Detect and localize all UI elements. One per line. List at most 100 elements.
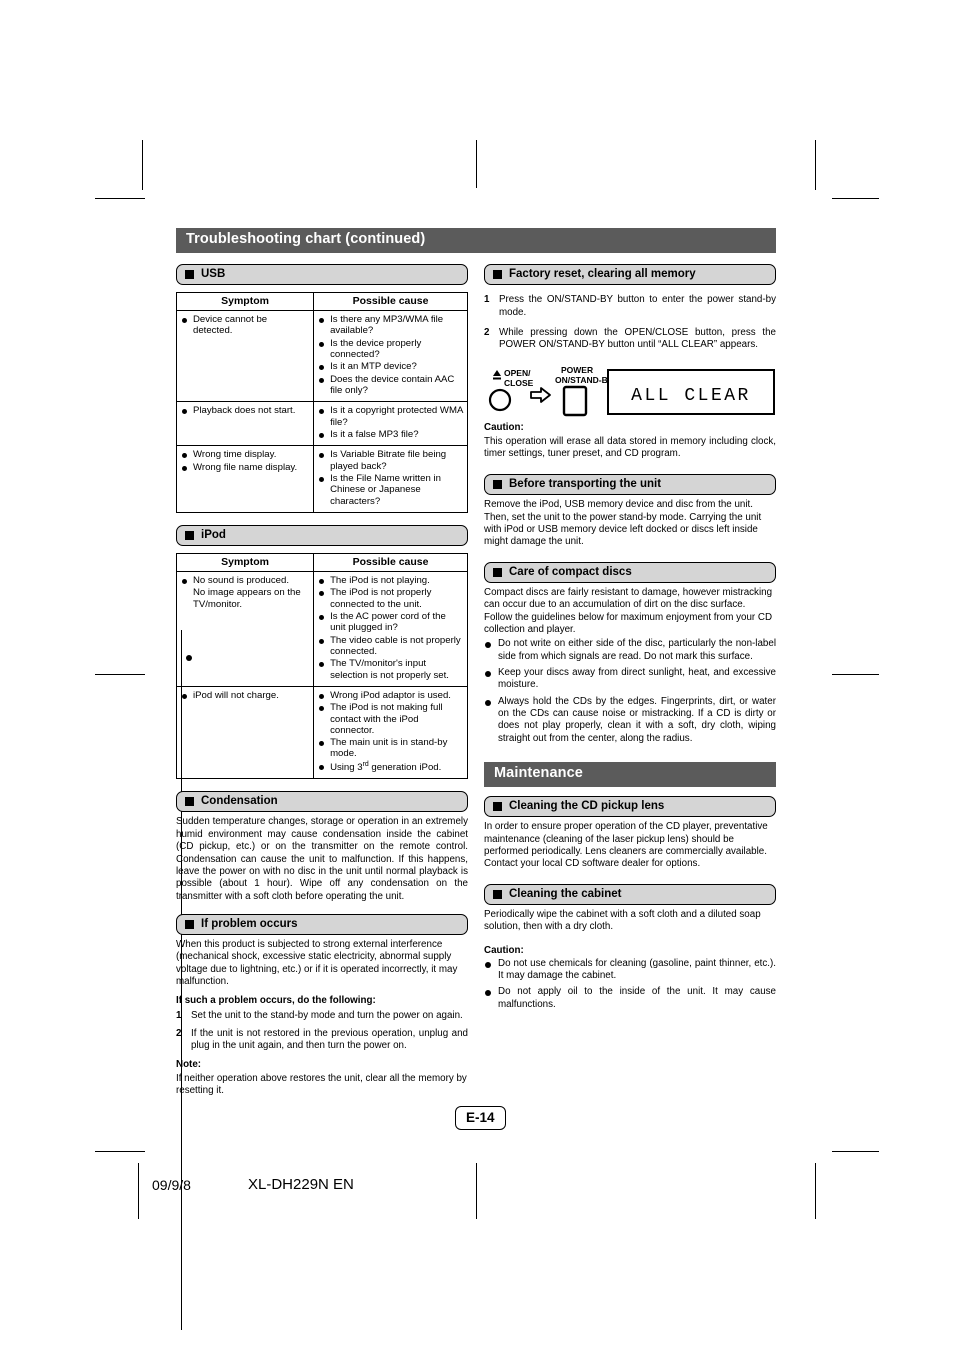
step-item: Set the unit to the stand-by mode and tu… [176,1010,463,1023]
list-item: Playback does not start. [181,405,309,416]
care-intro-text: Compact discs are fairly resistant to da… [484,587,773,636]
list-item: Do not write on either side of the disc,… [484,638,776,663]
list-item: Do not use chemicals for cleaning (gasol… [484,958,776,983]
square-bullet-icon [185,270,194,280]
table-row: Wrong time display. Wrong file name disp… [175,445,468,513]
list-item: Is the File Name written in Chinese or J… [318,473,463,507]
two-column-layout: USB Symptom Possible cause Device cannot… [175,263,776,1097]
column-header-symptom: Symptom [175,292,315,312]
page-title: Troubleshooting chart (continued) [176,228,776,253]
crop-mark-top-right-vertical [815,140,816,190]
crop-mark-top-left-vertical [142,140,143,190]
cabinet-caution-list: Do not use chemicals for cleaning (gasol… [484,958,776,1011]
step-item: Press the ON/STAND-BY button to enter th… [484,294,776,318]
section-header-care-label: Care of compact discs [509,565,632,578]
square-bullet-icon [493,567,502,577]
footer-rule-left [138,1163,139,1219]
open-close-round-button-icon [488,388,512,411]
list-item: Does the device contain AAC file only? [318,374,463,397]
crop-mark-bottom-left-horizontal [95,1151,145,1152]
footer-rule-center [476,1163,477,1219]
square-bullet-icon [493,480,502,490]
cell-symptom: Playback does not start. [175,401,315,447]
footer-date: 09/9/8 [152,1177,191,1193]
square-bullet-icon [185,797,194,807]
transport-text: Remove the iPod, USB memory device and d… [484,499,762,548]
section-header-before-transporting-label: Before transporting the unit [509,478,662,491]
section-header-cleaning-cabinet: Cleaning the cabinet [484,883,776,905]
list-item: Always hold the CDs by the edges. Finger… [484,696,776,745]
page-content: Troubleshooting chart (continued) USB Sy… [175,228,776,1097]
column-header-symptom: Symptom [175,553,315,573]
section-header-ipod-label: iPod [201,528,226,541]
factory-reset-diagram-svg: OPEN/ CLOSE POWER ON/STAND-BY ALL CLEAR [488,365,775,416]
problem-steps-list: Set the unit to the stand-by mode and tu… [176,1010,468,1052]
list-item: The iPod is not playing. [318,575,463,586]
power-label-line1: POWER [561,365,593,375]
crop-mark-mid-left-horizontal [95,674,145,675]
list-item: iPod will not charge. [181,690,309,701]
problem-intro-text: When this product is subjected to strong… [176,939,458,988]
cell-cause: Is Variable Bitrate file being played ba… [313,445,468,513]
table-row: Playback does not start. Is it a copyrig… [175,401,468,447]
power-square-button-icon [562,385,588,416]
maintenance-banner-title: Maintenance [484,762,776,788]
step-item: If the unit is not restored in the previ… [176,1027,468,1052]
note-label: Note: [176,1058,202,1070]
list-item: Is it an MTP device? [318,361,463,372]
section-header-condensation: Condensation [176,791,468,813]
section-header-factory-reset-label: Factory reset, clearing all memory [509,267,696,280]
open-close-label-line1: OPEN/ [504,368,531,378]
factory-reset-steps-list: Press the ON/STAND-BY button to enter th… [484,294,776,351]
list-item: Is the AC power cord of the unit plugged… [318,611,463,634]
list-item: Do not apply oil to the inside of the un… [484,986,776,1011]
section-header-ipod: iPod [176,524,468,547]
list-item: The iPod is not making full contact with… [318,702,463,736]
list-item: Wrong iPod adaptor is used. [318,690,463,701]
table-row: iPod will not charge. Wrong iPod adaptor… [175,685,468,780]
list-item: The video cable is not properly connecte… [318,635,463,658]
section-header-lens-label: Cleaning the CD pickup lens [509,800,665,813]
crop-mark-top-left-horizontal [95,198,145,199]
open-close-label-line2: CLOSE [504,378,534,388]
square-bullet-icon [185,530,194,540]
list-item: The main unit is in stand-by mode. [318,737,463,760]
section-header-if-problem-occurs-label: If problem occurs [201,917,298,930]
problem-lead-label: If such a problem occurs, do the followi… [176,995,376,1007]
list-item: Device cannot be detected. [181,314,309,337]
section-header-care-of-compact-discs: Care of compact discs [484,561,776,584]
list-item: Is the device properly connected? [318,338,463,361]
table-row: Device cannot be detected. Is there any … [175,310,468,403]
crop-mark-top-right-horizontal [832,198,879,199]
cell-cause: The iPod is not playing. The iPod is not… [313,571,468,687]
condensation-text: Sudden temperature changes, storage or o… [176,816,468,902]
eject-bar-icon [493,377,501,380]
list-item: Using 3rd generation iPod. [318,761,463,774]
list-item: Is it a copyright protected WMA file? [318,405,463,428]
cabinet-text: Periodically wipe the cabinet with a sof… [484,908,761,933]
cell-symptom: Wrong time display. Wrong file name disp… [175,445,315,513]
cell-symptom: iPod will not charge. [175,685,315,780]
list-item: Is there any MP3/WMA file available? [318,314,463,337]
eject-triangle-icon [493,369,501,376]
list-item: No image appears on the TV/monitor. [193,587,301,610]
footer-model: XL-DH229N EN [248,1176,354,1193]
square-bullet-icon [493,889,502,899]
list-item: The iPod is not properly connected to th… [318,587,463,610]
table-header-row: Symptom Possible cause [175,292,468,312]
column-header-possible-cause: Possible cause [313,292,468,312]
section-header-if-problem-occurs: If problem occurs [176,913,468,936]
arrow-right-icon [530,386,551,403]
table-row: No sound is produced. No image appears o… [175,571,468,687]
section-header-cabinet-label: Cleaning the cabinet [509,887,622,900]
page-number-badge: E-14 [455,1106,506,1130]
list-item: Is it a false MP3 file? [318,429,463,440]
lcd-display-text: ALL CLEAR [631,386,751,406]
power-label-line2: ON/STAND-BY [555,375,614,385]
crop-mark-top-center-vertical [476,140,477,188]
lens-text: In order to ensure proper operation of t… [484,821,768,870]
section-header-usb: USB [176,263,468,286]
note-text: If neither operation above restores the … [176,1072,467,1096]
cabinet-caution-label: Caution: [484,944,524,956]
list-item: Wrong time display. [181,449,309,460]
